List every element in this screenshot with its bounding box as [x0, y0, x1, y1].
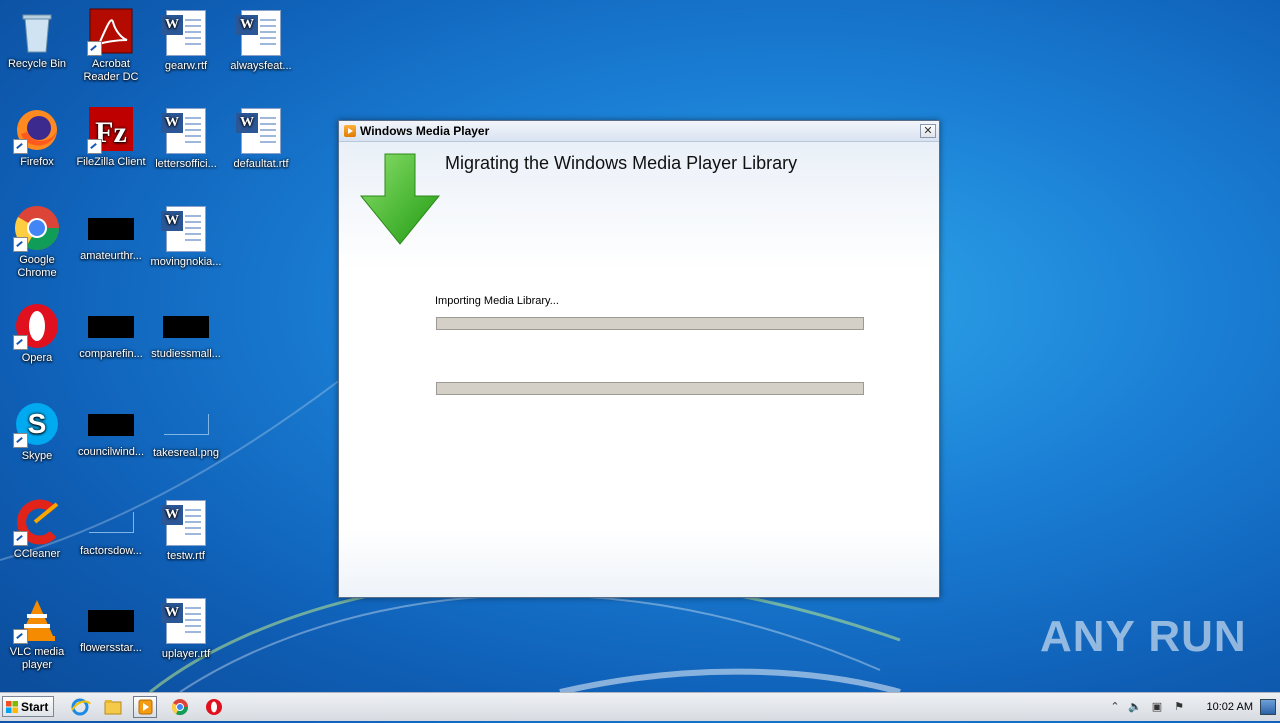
- taskbar-file-explorer[interactable]: [101, 696, 125, 718]
- desktop-icon-defaultat[interactable]: W defaultat.rtf: [224, 106, 298, 171]
- desktop-icon-comparefin[interactable]: comparefin...: [74, 302, 148, 361]
- dialog-heading: Migrating the Windows Media Player Libra…: [445, 153, 798, 173]
- dialog-title: Windows Media Player: [360, 124, 490, 138]
- show-hidden-icons-icon[interactable]: ⌃: [1108, 700, 1122, 714]
- desktop-icon-uplayer[interactable]: W uplayer.rtf: [149, 596, 223, 661]
- image-thumbnail-icon: [88, 218, 134, 240]
- desktop-icon-recycle-bin[interactable]: Recycle Bin: [0, 8, 74, 71]
- wmp-migration-dialog: Windows Media Player ✕ Migrating the Win…: [338, 120, 940, 598]
- opera-icon: [13, 302, 61, 350]
- start-label: Start: [21, 700, 49, 714]
- desktop-icon-takesreal[interactable]: takesreal.png: [149, 400, 223, 460]
- taskbar-opera[interactable]: [202, 696, 226, 718]
- file-explorer-icon: [104, 700, 122, 715]
- download-arrow-icon: [359, 153, 441, 245]
- desktop-icon-studiessmall[interactable]: studiessmall...: [149, 302, 223, 361]
- word-document-icon: W: [161, 500, 210, 548]
- word-document-icon: W: [236, 10, 285, 58]
- vlc-icon: [13, 596, 61, 644]
- taskbar-chrome[interactable]: [168, 696, 192, 718]
- desktop-icon-gearw[interactable]: W gearw.rtf: [149, 8, 223, 73]
- anyrun-watermark: ANY RUN: [1040, 612, 1247, 661]
- skype-icon: S: [13, 400, 61, 448]
- taskbar: Start ⌃ 🔈 ▣ ⚑ 10:02 AM: [0, 692, 1280, 721]
- recycle-bin-icon: [13, 8, 61, 56]
- filezilla-icon: Fz: [87, 106, 135, 154]
- desktop-icon-filezilla[interactable]: Fz FileZilla Client: [74, 106, 148, 169]
- show-desktop-button[interactable]: [1260, 699, 1276, 715]
- word-document-icon: W: [161, 206, 210, 254]
- taskbar-internet-explorer[interactable]: [68, 696, 92, 718]
- firefox-icon: [13, 106, 61, 154]
- image-thumbnail-icon: [88, 414, 134, 436]
- image-thumbnail-icon: [88, 610, 134, 632]
- chrome-icon: [13, 204, 61, 252]
- progress-bar-secondary: [436, 382, 864, 395]
- taskbar-clock[interactable]: 10:02 AM: [1207, 701, 1253, 713]
- dialog-titlebar[interactable]: Windows Media Player ✕: [339, 121, 939, 142]
- progress-bar-primary: [436, 317, 864, 330]
- image-thumbnail-icon: [163, 414, 209, 435]
- desktop-icon-firefox[interactable]: Firefox: [0, 106, 74, 169]
- dialog-body: Migrating the Windows Media Player Libra…: [339, 142, 939, 597]
- windows-logo-icon: [6, 701, 18, 713]
- windows-media-player-icon: [138, 699, 153, 715]
- volume-icon[interactable]: 🔈: [1128, 700, 1142, 714]
- desktop-icon-alwaysfeat[interactable]: W alwaysfeat...: [224, 8, 298, 73]
- close-button[interactable]: ✕: [920, 124, 936, 138]
- desktop-icon-flowersstar[interactable]: flowersstar...: [74, 596, 148, 655]
- word-document-icon: W: [161, 10, 210, 58]
- desktop-icon-skype[interactable]: S Skype: [0, 400, 74, 463]
- desktop-icon-movingnokia[interactable]: W movingnokia...: [149, 204, 223, 269]
- ccleaner-icon: [13, 498, 61, 546]
- network-icon[interactable]: ▣: [1150, 700, 1164, 714]
- word-document-icon: W: [161, 108, 210, 156]
- svg-text:S: S: [28, 408, 47, 439]
- internet-explorer-icon: [71, 698, 91, 716]
- system-tray: ⌃ 🔈 ▣ ⚑ 10:02 AM: [1104, 693, 1280, 721]
- opera-icon: [206, 699, 222, 715]
- chrome-icon: [171, 699, 189, 716]
- image-thumbnail-icon: [88, 316, 134, 338]
- desktop-icon-ccleaner[interactable]: CCleaner: [0, 498, 74, 561]
- image-thumbnail-icon: [163, 316, 209, 338]
- image-thumbnail-icon: [88, 512, 134, 533]
- desktop-icon-lettersoffici[interactable]: W lettersoffici...: [149, 106, 223, 171]
- desktop-icon-vlc[interactable]: VLC media player: [0, 596, 74, 672]
- desktop-icon-acrobat-reader[interactable]: Acrobat Reader DC: [74, 8, 148, 84]
- status-text: Importing Media Library...: [435, 295, 559, 307]
- desktop-icon-factorsdow[interactable]: factorsdow...: [74, 498, 148, 558]
- desktop-icon-opera[interactable]: Opera: [0, 302, 74, 365]
- windows-media-player-icon: [344, 125, 356, 137]
- desktop-icon-testw[interactable]: W testw.rtf: [149, 498, 223, 563]
- desktop-icon-chrome[interactable]: Google Chrome: [0, 204, 74, 280]
- taskbar-windows-media-player[interactable]: [133, 696, 157, 718]
- word-document-icon: W: [161, 598, 210, 646]
- start-button[interactable]: Start: [2, 696, 54, 717]
- word-document-icon: W: [236, 108, 285, 156]
- action-center-flag-icon[interactable]: ⚑: [1172, 700, 1186, 714]
- desktop-icon-councilwind[interactable]: councilwind...: [74, 400, 148, 459]
- desktop-icon-amateurthr[interactable]: amateurthr...: [74, 204, 148, 263]
- acrobat-reader-icon: [87, 8, 135, 56]
